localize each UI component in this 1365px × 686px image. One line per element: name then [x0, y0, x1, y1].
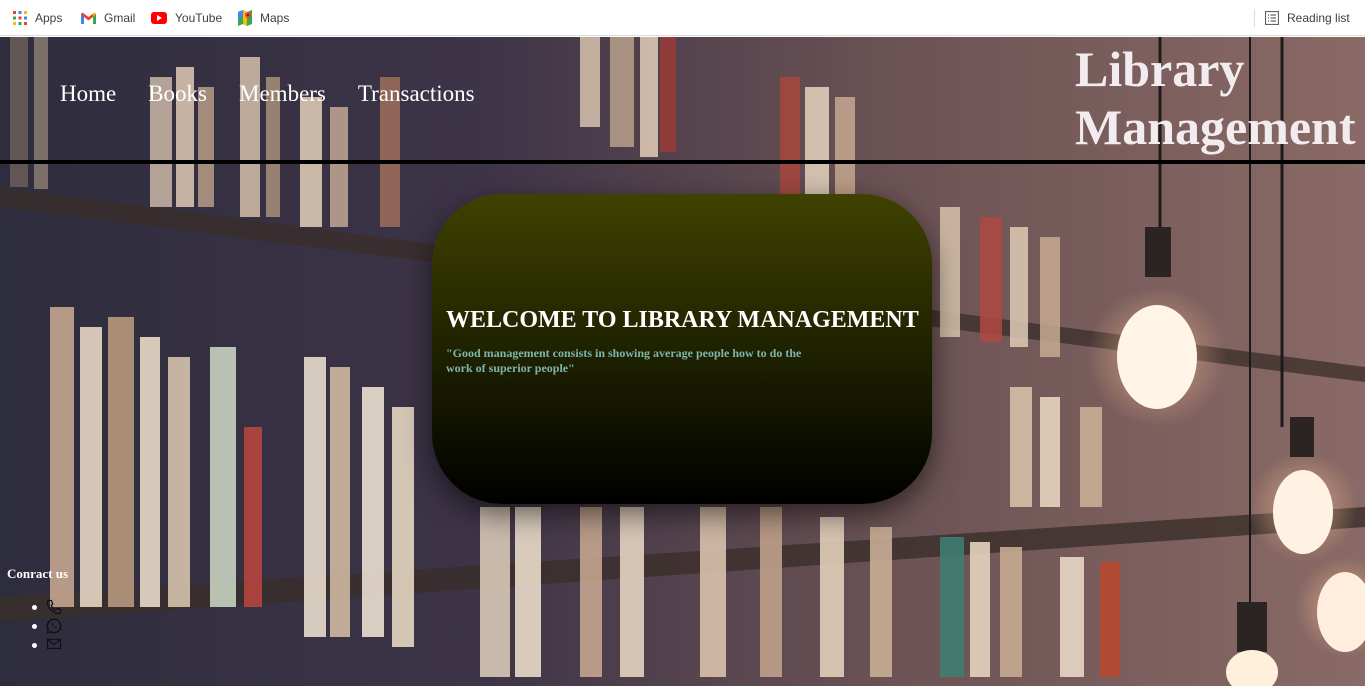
- nav-transactions-link[interactable]: Transactions: [358, 81, 475, 107]
- maps-icon: [238, 10, 252, 26]
- bookmark-gmail-label: Gmail: [104, 11, 136, 25]
- whatsapp-icon[interactable]: [46, 618, 62, 639]
- brand-line-1: Library: [1075, 41, 1245, 97]
- main-nav: Home Books Members Transactions: [60, 81, 475, 107]
- phone-icon[interactable]: [46, 599, 62, 620]
- bookmark-maps-label: Maps: [260, 11, 290, 25]
- bookmark-apps-label: Apps: [35, 11, 63, 25]
- list-bullet: [32, 605, 37, 610]
- reading-list-label: Reading list: [1287, 11, 1350, 25]
- site-brand-title: Library Management: [1075, 40, 1365, 156]
- site-header: Home Books Members Transactions Library …: [0, 37, 1365, 159]
- bookmark-youtube[interactable]: YouTube: [151, 9, 222, 27]
- bookmark-youtube-label: YouTube: [175, 11, 223, 25]
- reading-list-icon: [1265, 11, 1279, 25]
- welcome-quote: "Good management consists in showing ave…: [446, 346, 802, 375]
- bookmark-gmail[interactable]: Gmail: [81, 9, 135, 27]
- bookmarks-separator: [1254, 9, 1255, 27]
- library-page: Home Books Members Transactions Library …: [0, 37, 1365, 686]
- welcome-title: WELCOME TO LIBRARY MANAGEMENT: [446, 307, 919, 333]
- brand-line-2: Management: [1075, 99, 1356, 155]
- youtube-icon: [151, 12, 167, 24]
- list-bullet: [32, 643, 37, 648]
- bookmarks-bar: Apps Gmail YouTube Maps Reading list: [0, 0, 1365, 36]
- header-divider: [0, 160, 1365, 164]
- nav-books-link[interactable]: Books: [148, 81, 207, 107]
- bookmark-apps[interactable]: Apps: [13, 9, 62, 27]
- mail-icon[interactable]: [46, 637, 62, 656]
- apps-grid-icon: [13, 11, 27, 25]
- contact-heading: Conract us: [7, 566, 69, 581]
- list-bullet: [32, 624, 37, 629]
- reading-list-button[interactable]: Reading list: [1265, 9, 1350, 27]
- welcome-card: WELCOME TO LIBRARY MANAGEMENT "Good mana…: [432, 194, 932, 504]
- gmail-icon: [81, 12, 96, 24]
- nav-members-link[interactable]: Members: [239, 81, 326, 107]
- nav-home-link[interactable]: Home: [60, 81, 116, 107]
- bookmark-maps[interactable]: Maps: [238, 9, 289, 27]
